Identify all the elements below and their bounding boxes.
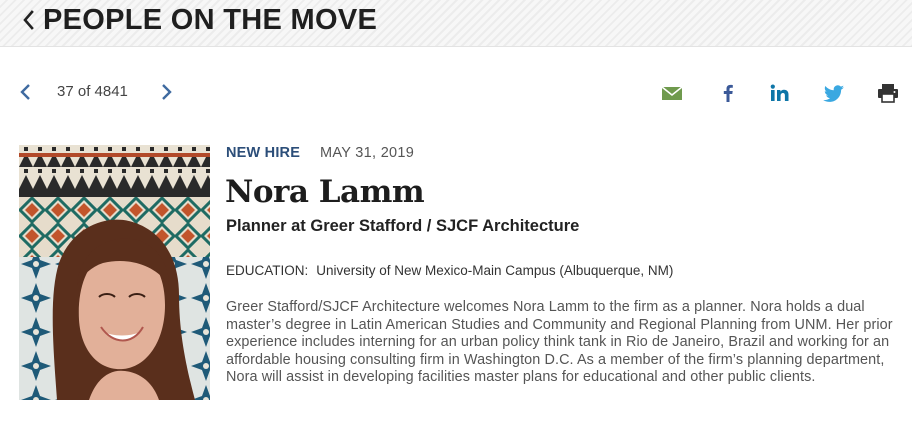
print-icon[interactable] [876,82,900,104]
publish-date: MAY 31, 2019 [320,145,415,161]
category-label: NEW HIRE [226,145,301,161]
education-value: University of New Mexico-Main Campus (Al… [316,263,674,278]
chevron-right-icon[interactable] [158,83,174,101]
chevron-left-icon[interactable] [20,9,38,31]
profile-photo [19,145,210,400]
education-line: EDUCATION: University of New Mexico-Main … [226,262,673,280]
person-name: Nora Lamm [225,174,425,210]
person-role: Planner at Greer Stafford / SJCF Archite… [226,217,580,235]
education-label: EDUCATION: [226,263,309,278]
facebook-icon[interactable] [716,82,740,104]
section-title: PEOPLE ON THE MOVE [43,4,378,36]
chevron-left-icon[interactable] [18,83,34,101]
linkedin-icon[interactable] [768,82,792,104]
email-icon[interactable] [660,82,684,104]
twitter-icon[interactable] [822,82,846,104]
bio-text: Greer Stafford/SJCF Architecture welcome… [226,299,893,386]
page-header: PEOPLE ON THE MOVE [0,0,912,47]
pager-count: 37 of 4841 [57,83,128,100]
